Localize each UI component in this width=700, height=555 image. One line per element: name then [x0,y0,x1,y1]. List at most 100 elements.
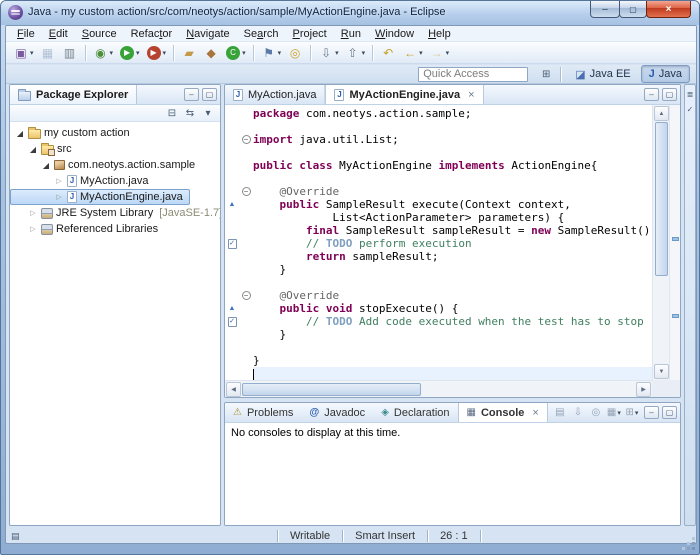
code-text[interactable]: public SampleResult execute(Context cont… [253,198,652,211]
debug-menu-arrow[interactable]: ▾ [110,49,114,57]
minimize-button[interactable]: – [590,1,620,18]
pin-console-button[interactable]: ◎ [588,405,604,420]
open-console-menu-arrow[interactable]: ▾ [635,409,639,417]
next-annotation-menu-arrow[interactable]: ▾ [335,49,339,57]
open-task-menu-arrow[interactable]: ▾ [278,49,282,57]
save-button[interactable]: ▦ [37,43,59,63]
menu-edit[interactable]: Edit [42,28,75,40]
tree-item-myactionengine-java[interactable]: ▷JMyActionEngine.java [10,189,190,205]
view-tab-declaration[interactable]: ◈Declaration [373,403,457,422]
menu-search[interactable]: Search [237,28,286,40]
code-text[interactable]: public void stopExecute() { [253,302,652,315]
search-button[interactable]: ◎ [284,43,306,63]
maximize-view-button[interactable]: ▢ [202,88,217,101]
scroll-up-arrow[interactable]: ▲ [654,106,669,121]
view-tab-javadoc[interactable]: @Javadoc [301,403,373,422]
editor-tab-myaction-java[interactable]: JMyAction.java [225,85,325,104]
link-with-editor-button[interactable]: ⇆ [182,106,198,121]
expand-twistie[interactable]: ▷ [54,193,64,201]
scroll-lock-button[interactable]: ⇩ [570,405,586,420]
forward-menu-arrow[interactable]: ▾ [446,49,450,57]
perspective-java[interactable]: JJava [641,65,690,83]
horizontal-scrollbar[interactable]: ◀ ▶ [225,380,652,397]
tree-item-src[interactable]: ◢src [10,141,79,157]
collapse-twistie[interactable]: ◢ [41,161,51,170]
maximize-view-button[interactable]: ▢ [662,406,677,419]
run-menu-arrow[interactable]: ▾ [136,49,140,57]
resize-grip[interactable] [683,538,695,550]
back-menu-arrow[interactable]: ▾ [419,49,423,57]
new-java-class-button[interactable]: C▾ [222,43,249,63]
expand-twistie[interactable]: ▷ [28,225,38,233]
open-task-button[interactable]: ⚑▾ [258,43,285,63]
close-view-icon[interactable]: × [532,407,538,419]
collapse-twistie[interactable]: ◢ [28,145,38,154]
collapse-region-icon[interactable]: − [242,291,251,300]
forward-button[interactable]: →▾ [426,43,453,63]
expand-twistie[interactable]: ▷ [28,209,38,217]
last-edit-location-button[interactable]: ↶ [377,43,399,63]
override-indicator-icon[interactable]: ▲ [229,305,236,312]
close-tab-icon[interactable]: × [468,89,474,101]
collapse-twistie[interactable]: ◢ [15,129,25,138]
display-selected-console-menu-arrow[interactable]: ▾ [617,409,621,417]
new-java-class-menu-arrow[interactable]: ▾ [242,49,246,57]
maximize-button[interactable]: ▢ [619,1,647,18]
code-text[interactable]: final SampleResult sampleResult = new Sa… [253,224,652,237]
tree-item-my-custom-action[interactable]: ◢my custom action [10,125,137,141]
code-text[interactable] [253,341,652,354]
collapse-region-icon[interactable]: − [242,135,251,144]
menu-window[interactable]: Window [368,28,421,40]
code-text[interactable]: return sampleResult; [253,250,652,263]
overview-task-mark[interactable] [672,314,679,318]
previous-annotation-button[interactable]: ⇧▾ [342,43,369,63]
new-menu-arrow[interactable]: ▾ [30,49,34,57]
code-text[interactable]: public class MyActionEngine implements A… [253,159,652,172]
back-button[interactable]: ←▾ [399,43,426,63]
next-annotation-button[interactable]: ⇩▾ [315,43,342,63]
quick-access-input[interactable] [418,67,528,82]
new-java-project-button[interactable]: ▰ [178,43,200,63]
close-button[interactable]: × [646,1,691,18]
scroll-right-arrow[interactable]: ▶ [636,382,651,397]
package-explorer-tab[interactable]: Package Explorer [10,85,137,104]
menu-project[interactable]: Project [286,28,334,40]
collapse-region-icon[interactable]: − [242,187,251,196]
collapse-all-button[interactable]: ⊟ [164,106,180,121]
new-java-package-button[interactable]: ◆ [200,43,222,63]
minimized-outline-view-button[interactable]: ≣ [687,90,694,99]
view-tab-console[interactable]: ▦Console× [458,403,548,422]
minimized-task-list-view-button[interactable]: ✓ [687,105,694,114]
menu-file[interactable]: File [10,28,42,40]
code-text[interactable]: } [253,263,652,276]
perspective-java-ee[interactable]: ◪Java EE [567,65,638,83]
editor-tab-myactionengine-java[interactable]: JMyActionEngine.java× [325,85,483,104]
display-selected-console-button[interactable]: ▦▾ [606,405,622,420]
code-text[interactable] [253,276,652,289]
code-text[interactable]: } [253,354,652,367]
minimize-view-button[interactable]: – [644,406,659,419]
code-text[interactable] [253,367,652,380]
task-marker-icon[interactable]: ✓ [228,317,237,327]
menu-source[interactable]: Source [75,28,124,40]
run-button[interactable]: ▶▾ [116,43,143,63]
view-tab-problems[interactable]: ⚠Problems [225,403,301,422]
title-bar[interactable]: Java - my custom action/src/com/neotys/a… [1,1,699,25]
run-external-tools-button[interactable]: ▶▾ [143,43,170,63]
code-text[interactable]: // TODO perform execution [253,237,652,250]
clear-console-button[interactable]: ▤ [552,405,568,420]
tree-item-com-neotys-action-sample[interactable]: ◢com.neotys.action.sample [10,157,202,173]
menu-help[interactable]: Help [421,28,458,40]
status-trim-icon[interactable]: ▤ [11,531,25,542]
view-menu-button[interactable]: ▾ [200,106,216,121]
code-text[interactable] [253,172,652,185]
override-indicator-icon[interactable]: ▲ [229,201,236,208]
overview-task-mark[interactable] [672,237,679,241]
menu-run[interactable]: Run [334,28,368,40]
expand-twistie[interactable]: ▷ [54,177,64,185]
code-lines[interactable]: package com.neotys.action.sample;−import… [225,105,652,380]
code-text[interactable]: @Override [253,185,652,198]
code-text[interactable]: import java.util.List; [253,133,652,146]
vertical-scrollbar[interactable]: ▲ ▼ [652,105,669,380]
code-text[interactable]: // TODO Add code executed when the test … [253,315,652,328]
